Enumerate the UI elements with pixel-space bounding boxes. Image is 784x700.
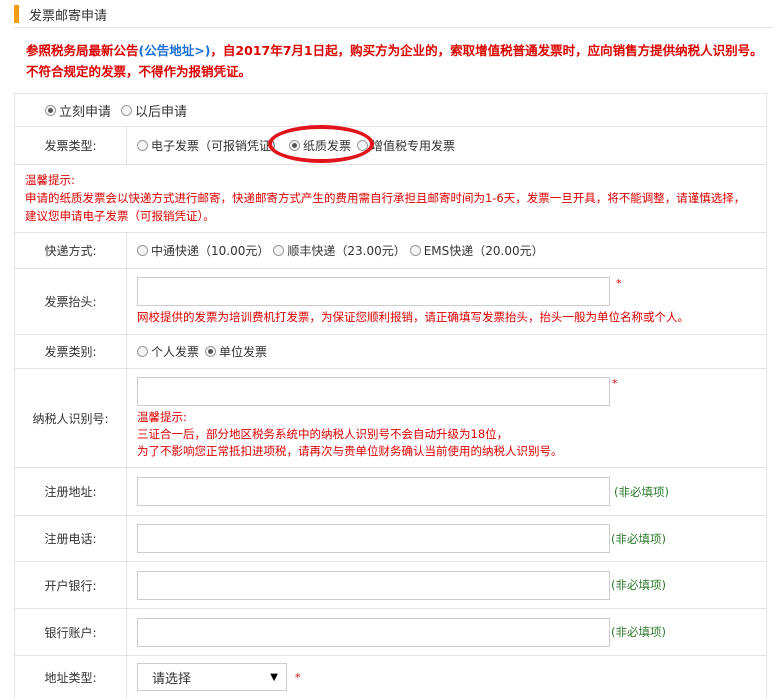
invoice-category-row: 发票类别: 个人发票 单位发票 <box>15 335 766 369</box>
reg-phone-row: 注册电话: (非必填项) <box>15 516 766 562</box>
invoice-type-row: 发票类型: 电子发票（可报销凭证） 纸质发票 增值税专用发票 <box>15 127 766 165</box>
apply-later-option[interactable]: 以后申请 <box>121 101 187 120</box>
optional-hint: (非必填项) <box>611 578 666 592</box>
bank-input[interactable] <box>137 570 610 600</box>
invoice-type-label: 发票类型: <box>15 127 127 164</box>
paper-invoice-radio[interactable] <box>289 140 301 151</box>
company-invoice-label: 单位发票 <box>219 345 268 359</box>
apply-later-label: 以后申请 <box>135 104 188 120</box>
ems-option[interactable]: EMS快递（20.00元） <box>409 242 544 259</box>
apply-now-option[interactable]: 立刻申请 <box>45 101 111 120</box>
address-type-value: 请选择 <box>152 671 192 687</box>
chevron-down-icon: ▼ <box>270 671 278 683</box>
reg-phone-label: 注册电话: <box>15 516 127 561</box>
required-mark: * <box>295 670 301 684</box>
account-input[interactable] <box>137 617 610 647</box>
title-accent-bar <box>14 5 19 23</box>
address-type-label: 地址类型: <box>15 656 127 698</box>
express-row: 快递方式: 中通快递（10.00元） 顺丰快递（23.00元） EMS快递（20… <box>15 233 766 269</box>
tip-title: 温馨提示: <box>25 173 75 187</box>
personal-invoice-radio[interactable] <box>137 346 148 357</box>
company-invoice-radio[interactable] <box>205 346 217 357</box>
taxpayer-tip-line1: 三证合一后，部分地区税务系统中的纳税人识别号不会自动升级为18位， <box>137 426 509 441</box>
invoice-header-input-wrap: * <box>137 277 622 306</box>
electronic-invoice-label: 电子发票（可报销凭证） <box>151 139 284 153</box>
personal-invoice-label: 个人发票 <box>151 345 200 359</box>
address-type-select[interactable]: 请选择 ▼ <box>137 663 287 691</box>
taxpayer-id-input[interactable] <box>137 376 610 406</box>
notice-prefix: 参照税务局最新公告 <box>26 43 139 58</box>
notice-link[interactable]: (公告地址>) <box>139 43 211 58</box>
invoice-header-field-group: * 网校提供的发票为培训费机打发票，为保证您顺利报销，请正确填写发票抬头，抬头一… <box>127 269 766 334</box>
tip-text: 申请的纸质发票会以快递方式进行邮寄，快递邮寄方式产生的费用需自行承担且邮寄时间为… <box>25 191 746 223</box>
apply-now-label: 立刻申请 <box>59 104 112 120</box>
title-divider <box>14 27 774 28</box>
invoice-type-options: 电子发票（可报销凭证） 纸质发票 增值税专用发票 <box>127 127 766 164</box>
optional-hint: (非必填项) <box>611 625 666 639</box>
sf-radio[interactable] <box>273 245 285 256</box>
company-invoice-option[interactable]: 单位发票 <box>205 343 267 360</box>
taxpayer-id-row: 纳税人识别号: * 温馨提示: 三证合一后，部分地区税务系统中的纳税人识别号不会… <box>15 369 766 468</box>
ems-radio[interactable] <box>409 245 421 256</box>
vat-invoice-label: 增值税专用发票 <box>371 139 456 153</box>
zto-label: 中通快递（10.00元） <box>151 244 270 258</box>
sf-label: 顺丰快递（23.00元） <box>287 244 406 258</box>
bank-row: 开户银行: (非必填项) <box>15 562 766 609</box>
personal-invoice-option[interactable]: 个人发票 <box>137 343 199 360</box>
taxpayer-id-input-wrap: * <box>137 376 618 406</box>
account-label: 银行账户: <box>15 609 127 655</box>
page-title: 发票邮寄申请 <box>29 8 108 24</box>
page-header: 发票邮寄申请 <box>14 4 107 24</box>
account-field-group: (非必填项) <box>127 609 766 655</box>
required-mark: * <box>616 277 622 290</box>
invoice-category-options: 个人发票 单位发票 <box>127 335 766 368</box>
invoice-header-row: 发票抬头: * 网校提供的发票为培训费机打发票，为保证您顺利报销，请正确填写发票… <box>15 269 766 335</box>
required-mark: * <box>612 376 618 390</box>
invoice-header-input[interactable] <box>137 277 610 306</box>
express-options: 中通快递（10.00元） 顺丰快递（23.00元） EMS快递（20.00元） <box>127 233 766 268</box>
apply-now-radio[interactable] <box>45 104 56 116</box>
account-row: 银行账户: (非必填项) <box>15 609 766 656</box>
address-type-row: 地址类型: 请选择 ▼ * <box>15 656 766 698</box>
reg-phone-field-group: (非必填项) <box>127 516 766 561</box>
electronic-invoice-option[interactable]: 电子发票（可报销凭证） <box>137 137 283 154</box>
electronic-invoice-radio[interactable] <box>137 140 148 151</box>
paper-invoice-tip: 温馨提示: 申请的纸质发票会以快递方式进行邮寄，快递邮寄方式产生的费用需自行承担… <box>15 165 766 233</box>
reg-address-row: 注册地址: (非必填项) <box>15 468 766 516</box>
vat-invoice-option[interactable]: 增值税专用发票 <box>357 137 455 154</box>
reg-address-input[interactable] <box>137 477 610 506</box>
invoice-category-label: 发票类别: <box>15 335 127 368</box>
sf-option[interactable]: 顺丰快递（23.00元） <box>273 242 406 259</box>
zto-radio[interactable] <box>137 245 148 256</box>
taxpayer-tip-title: 温馨提示: <box>137 409 187 424</box>
bank-label: 开户银行: <box>15 562 127 608</box>
tax-notice: 参照税务局最新公告(公告地址>)，自2017年7月1日起，购买方为企业的，索取增… <box>26 40 766 82</box>
reg-address-field-group: (非必填项) <box>127 468 766 515</box>
address-type-field-group: 请选择 ▼ * <box>127 656 766 698</box>
optional-hint: (非必填项) <box>611 531 666 546</box>
apply-time-options: 立刻申请 以后申请 <box>15 94 766 126</box>
zto-option[interactable]: 中通快递（10.00元） <box>137 242 269 259</box>
taxpayer-tip-line2: 为了不影响您正常抵扣进项税，请再次与贵单位财务确认当前使用的纳税人识别号。 <box>137 443 563 458</box>
apply-later-radio[interactable] <box>121 104 133 116</box>
optional-hint: (非必填项) <box>614 484 669 499</box>
apply-time-row: 立刻申请 以后申请 <box>15 94 766 127</box>
reg-phone-input[interactable] <box>137 524 610 553</box>
bank-field-group: (非必填项) <box>127 562 766 608</box>
paper-invoice-option[interactable]: 纸质发票 <box>289 137 351 154</box>
invoice-form: 立刻申请 以后申请 发票类型: 电子发票（可报销凭证） 纸质发票 增值税专用发票 <box>14 93 767 698</box>
paper-invoice-label: 纸质发票 <box>303 139 352 153</box>
ems-label: EMS快递（20.00元） <box>423 244 544 258</box>
taxpayer-id-label: 纳税人识别号: <box>15 369 127 467</box>
invoice-header-note: 网校提供的发票为培训费机打发票，为保证您顺利报销，请正确填写发票抬头，抬头一般为… <box>137 310 689 324</box>
reg-address-label: 注册地址: <box>15 468 127 515</box>
taxpayer-id-field-group: * 温馨提示: 三证合一后，部分地区税务系统中的纳税人识别号不会自动升级为18位… <box>127 369 766 467</box>
vat-invoice-radio[interactable] <box>357 140 369 151</box>
invoice-header-label: 发票抬头: <box>15 269 127 334</box>
express-label: 快递方式: <box>15 233 127 268</box>
